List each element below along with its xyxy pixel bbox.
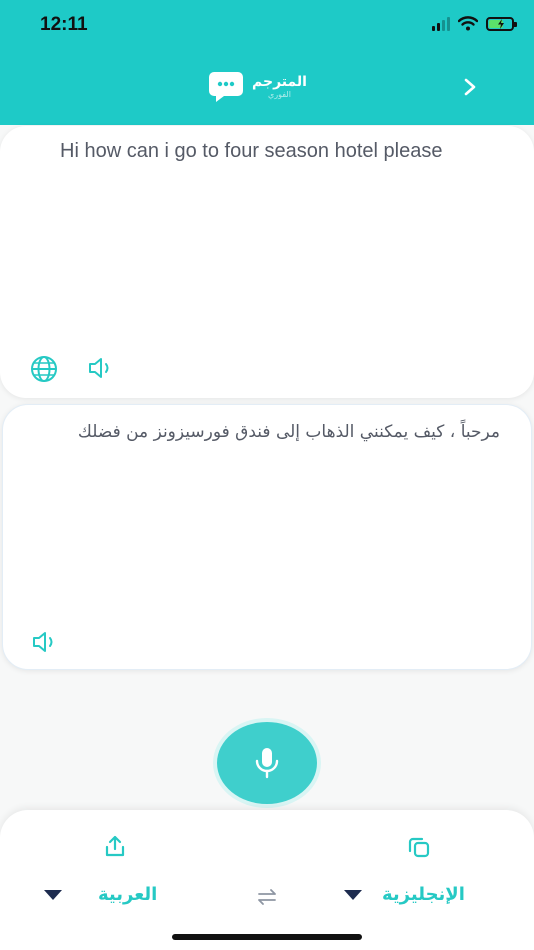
speaker-icon[interactable] xyxy=(86,355,114,381)
microphone-button[interactable] xyxy=(217,722,317,804)
microphone-icon xyxy=(255,748,279,779)
share-icon[interactable] xyxy=(102,833,128,859)
target-language-label: العربية xyxy=(98,884,158,905)
copy-icon[interactable] xyxy=(406,834,432,860)
app-header: 12:11 المترجم الفوري xyxy=(0,0,534,125)
dropdown-arrow-icon xyxy=(44,889,62,900)
source-language-label: الإنجليزية xyxy=(382,884,465,905)
status-icons xyxy=(432,16,517,31)
source-text[interactable]: Hi how can i go to four season hotel ple… xyxy=(60,140,510,163)
app-title: المترجم xyxy=(252,74,307,90)
translation-text[interactable]: مرحباً ، كيف يمكنني الذهاب إلى فندق فورس… xyxy=(30,418,500,446)
wifi-icon xyxy=(458,16,478,31)
home-indicator xyxy=(172,934,362,940)
bottom-toolbar xyxy=(0,810,534,950)
source-text-card[interactable] xyxy=(0,126,534,398)
dropdown-arrow-icon xyxy=(344,889,362,900)
app-subtitle: الفوري xyxy=(267,90,291,99)
swap-icon[interactable] xyxy=(255,886,279,908)
speaker-icon[interactable] xyxy=(30,629,58,655)
target-language-selector[interactable]: العربية xyxy=(44,884,157,905)
battery-icon xyxy=(486,16,517,31)
status-time: 12:11 xyxy=(40,14,88,35)
source-language-selector[interactable]: الإنجليزية xyxy=(344,884,465,905)
app-logo: المترجم الفوري xyxy=(208,70,307,104)
chat-bubble-icon xyxy=(209,72,243,102)
globe-icon[interactable] xyxy=(28,353,60,385)
signal-icon xyxy=(432,16,450,31)
chevron-right-icon[interactable] xyxy=(455,72,485,102)
